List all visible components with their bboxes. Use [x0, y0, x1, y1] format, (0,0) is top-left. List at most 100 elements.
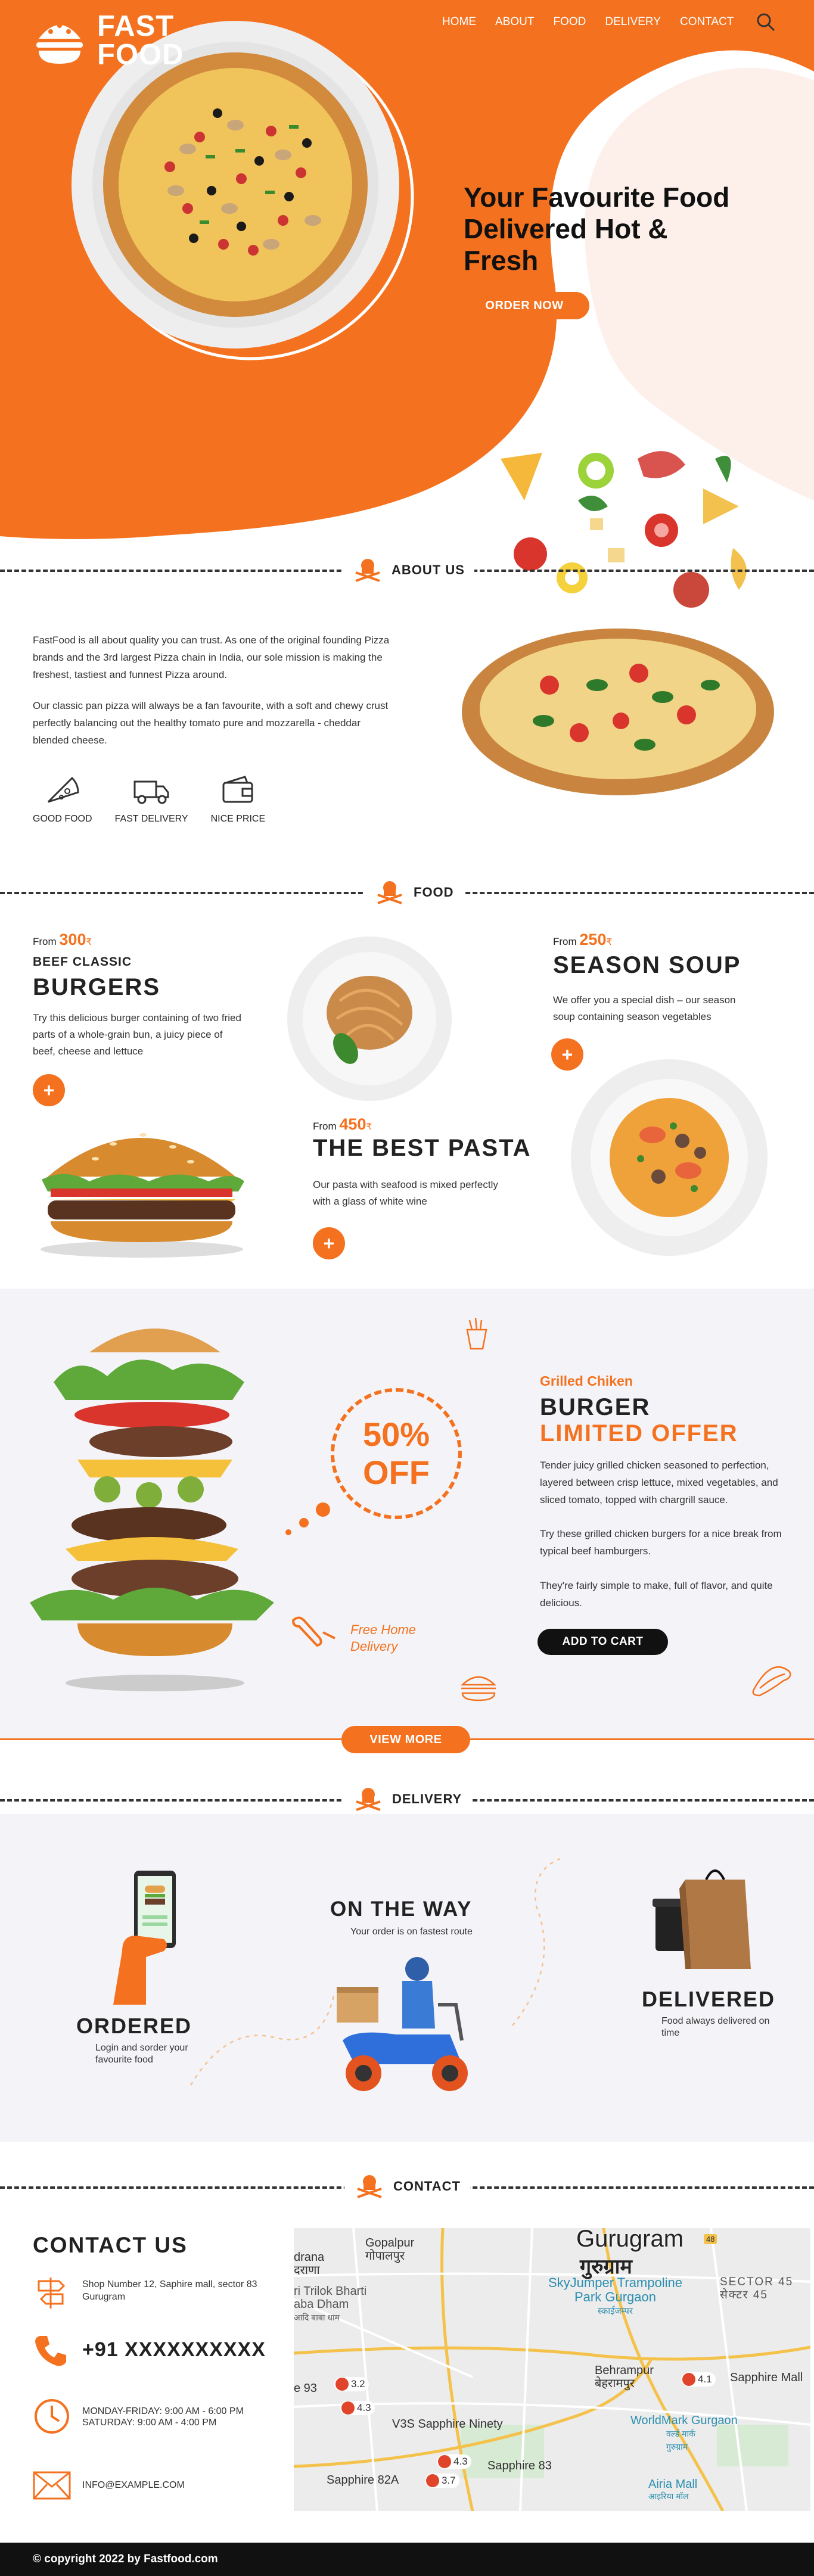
- map-pin-rating: 3.7: [442, 2475, 456, 2486]
- map-label-trilok-3: आदि बाबा धाम: [294, 2313, 340, 2322]
- add-to-cart-button[interactable]: ADD TO CART: [538, 1629, 668, 1655]
- offer-paragraph-2: Try these grilled chicken burgers for a …: [540, 1528, 782, 1557]
- nav-delivery[interactable]: DELIVERY: [605, 15, 661, 29]
- map-label-skyjumper-3: स्काईजम्पर: [597, 2306, 633, 2316]
- currency: ₹: [366, 1122, 372, 1132]
- phone-order-illustration: [113, 1871, 176, 2005]
- offer-paragraph-3: They're fairly simple to make, full of f…: [540, 1580, 773, 1609]
- map-pin-rating: 3.2: [351, 2378, 365, 2390]
- fries-icon: [466, 1317, 487, 1350]
- hero-title: Your Favourite Food Delivered Hot & Fres…: [464, 182, 729, 276]
- soup-price: From 250₹: [553, 931, 612, 949]
- takeaway-bag-illustration: [653, 1869, 751, 1969]
- scooter-rider-illustration: [337, 1957, 468, 2091]
- burgers-subtitle: BEEF CLASSIC: [33, 955, 132, 969]
- clock-icon: [35, 2399, 69, 2434]
- burgers-title: BURGERS: [33, 974, 161, 1000]
- thought-bubbles: [285, 1502, 330, 1535]
- delivery-scooter-icon: [291, 1616, 335, 1647]
- map-label-drana-en: drana: [294, 2251, 325, 2264]
- map-pin[interactable]: 3.7: [425, 2474, 459, 2488]
- delivery-section-tag: DELIVERY: [343, 1786, 472, 1812]
- food-section-tag: FOOD: [365, 879, 464, 906]
- food-tag-label: FOOD: [414, 885, 454, 900]
- search-icon[interactable]: [756, 12, 776, 32]
- nav-contact[interactable]: CONTACT: [680, 15, 734, 29]
- map-label-skyjumper-1: SkyJumper Trampoline: [548, 2275, 682, 2290]
- contact-section-tag: CONTACT: [344, 2173, 470, 2199]
- free-delivery-text: Free Home Delivery: [350, 1622, 416, 1655]
- offer-subtitle: LIMITED OFFER: [540, 1420, 738, 1446]
- pasta-image: [287, 937, 452, 1101]
- location-map[interactable]: Gurugram गुरुग्राम 48 Gopalpur गोपालपुर d…: [294, 2228, 810, 2511]
- offer-paragraph-1: Tender juicy grilled chicken seasoned to…: [540, 1460, 778, 1505]
- map-label-worldmark: WorldMark Gurgaon वर्ल्ड मार्क गुरुग्राम: [630, 2414, 738, 2453]
- about-tag-label: ABOUT US: [392, 562, 465, 577]
- about-section-tag: ABOUT US: [343, 557, 474, 583]
- restaurant-pin-icon: [426, 2474, 439, 2487]
- map-pin[interactable]: 4.3: [437, 2454, 471, 2469]
- about-pizza-image: [462, 629, 774, 795]
- about-paragraph-1: FastFood is all about quality you can tr…: [33, 634, 390, 680]
- map-label-sector45-hi: सेक्टर 45: [720, 2289, 768, 2301]
- restaurant-pin-icon: [341, 2401, 355, 2415]
- map-label-drana-hi: दराणा: [294, 2264, 320, 2277]
- burgers-price: From 300₹: [33, 931, 92, 949]
- map-label-skyjumper-2: Park Gurgaon: [574, 2289, 656, 2304]
- contact-address: Shop Number 12, Saphire mall, sector 83 …: [82, 2279, 257, 2302]
- map-label-sector-93: e 93: [294, 2382, 317, 2395]
- discount-badge: 50% OFF: [331, 1388, 462, 1519]
- restaurant-pin-icon: [438, 2455, 451, 2468]
- burger-outline-icon: [460, 1676, 497, 1701]
- map-label-gopalpur-hi: गोपालपुर: [365, 2250, 405, 2263]
- contact-tag-label: CONTACT: [393, 2179, 461, 2194]
- main-nav: HOME ABOUT FOOD DELIVERY CONTACT: [442, 15, 734, 29]
- nav-about[interactable]: ABOUT: [495, 15, 534, 29]
- hero-title-line-1: Your Favourite Food: [464, 182, 730, 213]
- discount-off: OFF: [363, 1454, 430, 1491]
- add-burgers-button[interactable]: +: [33, 1074, 65, 1106]
- about-features: GOOD FOOD FAST DELIVERY NICE PRICE: [33, 774, 265, 825]
- ingredients-illustration: [501, 451, 747, 608]
- contact-hours: MONDAY-FRIDAY: 9:00 AM - 6:00 PM SATURDA…: [82, 2406, 244, 2428]
- nav-food[interactable]: FOOD: [553, 15, 586, 29]
- soup-title: SEASON SOUP: [553, 952, 741, 978]
- from-label: From: [33, 936, 57, 947]
- map-label-sapphire-83: Sapphire 83: [487, 2459, 552, 2472]
- map-label-sector45-en: SECTOR 45: [720, 2276, 794, 2288]
- from-label: From: [313, 1121, 337, 1132]
- ordered-description: Login and sorder your favourite food: [95, 2043, 188, 2065]
- map-label-airia-hi: आइरिया मॉल: [648, 2491, 689, 2501]
- order-now-button[interactable]: ORDER NOW: [459, 292, 589, 319]
- map-label-gopalpur: Gopalpur गोपालपुर: [365, 2236, 414, 2263]
- contact-title: CONTACT US: [33, 2233, 188, 2257]
- contact-email[interactable]: INFO@EXAMPLE.COM: [82, 2478, 185, 2493]
- delivery-tag-label: DELIVERY: [392, 1791, 462, 1806]
- map-label-sapphire-82a: Sapphire 82A: [327, 2474, 399, 2487]
- truck-icon: [133, 780, 169, 804]
- pizza-burger-logo-icon: [36, 23, 83, 64]
- feature-label: FAST DELIVERY: [114, 814, 188, 824]
- feature-label: GOOD FOOD: [33, 814, 92, 824]
- pasta-price: From 450₹: [313, 1115, 372, 1134]
- price-value: 450: [339, 1115, 366, 1133]
- offer-kicker: Grilled Chiken: [540, 1373, 633, 1389]
- map-label-airia-en: Airia Mall: [648, 2478, 698, 2491]
- add-pasta-button[interactable]: +: [313, 1227, 345, 1259]
- pasta-title: THE BEST PASTA: [313, 1135, 532, 1161]
- map-label-airia: Airia Mall आइरिया मॉल: [648, 2478, 697, 2502]
- map-pin[interactable]: 4.1: [681, 2372, 716, 2387]
- free-delivery-line-2: Delivery: [350, 1639, 398, 1654]
- view-more-button[interactable]: VIEW MORE: [341, 1726, 470, 1753]
- wallet-icon: [222, 776, 253, 803]
- map-pin[interactable]: 4.3: [340, 2401, 375, 2415]
- map-label-behrampur-hi: बेहरामपुर: [595, 2377, 635, 2390]
- nav-home[interactable]: HOME: [442, 15, 476, 29]
- map-label-trilok-1: ri Trilok Bharti: [294, 2285, 367, 2298]
- contact-phone: +91 XXXXXXXXXX: [82, 2338, 266, 2361]
- map-pin[interactable]: 3.2: [334, 2377, 369, 2391]
- on-the-way-title: ON THE WAY: [330, 1897, 473, 1921]
- map-pin-rating: 4.1: [698, 2373, 712, 2385]
- footer: © copyright 2022 by Fastfood.com: [0, 2543, 814, 2576]
- map-label-sapphire-mall: Sapphire Mall: [730, 2371, 803, 2384]
